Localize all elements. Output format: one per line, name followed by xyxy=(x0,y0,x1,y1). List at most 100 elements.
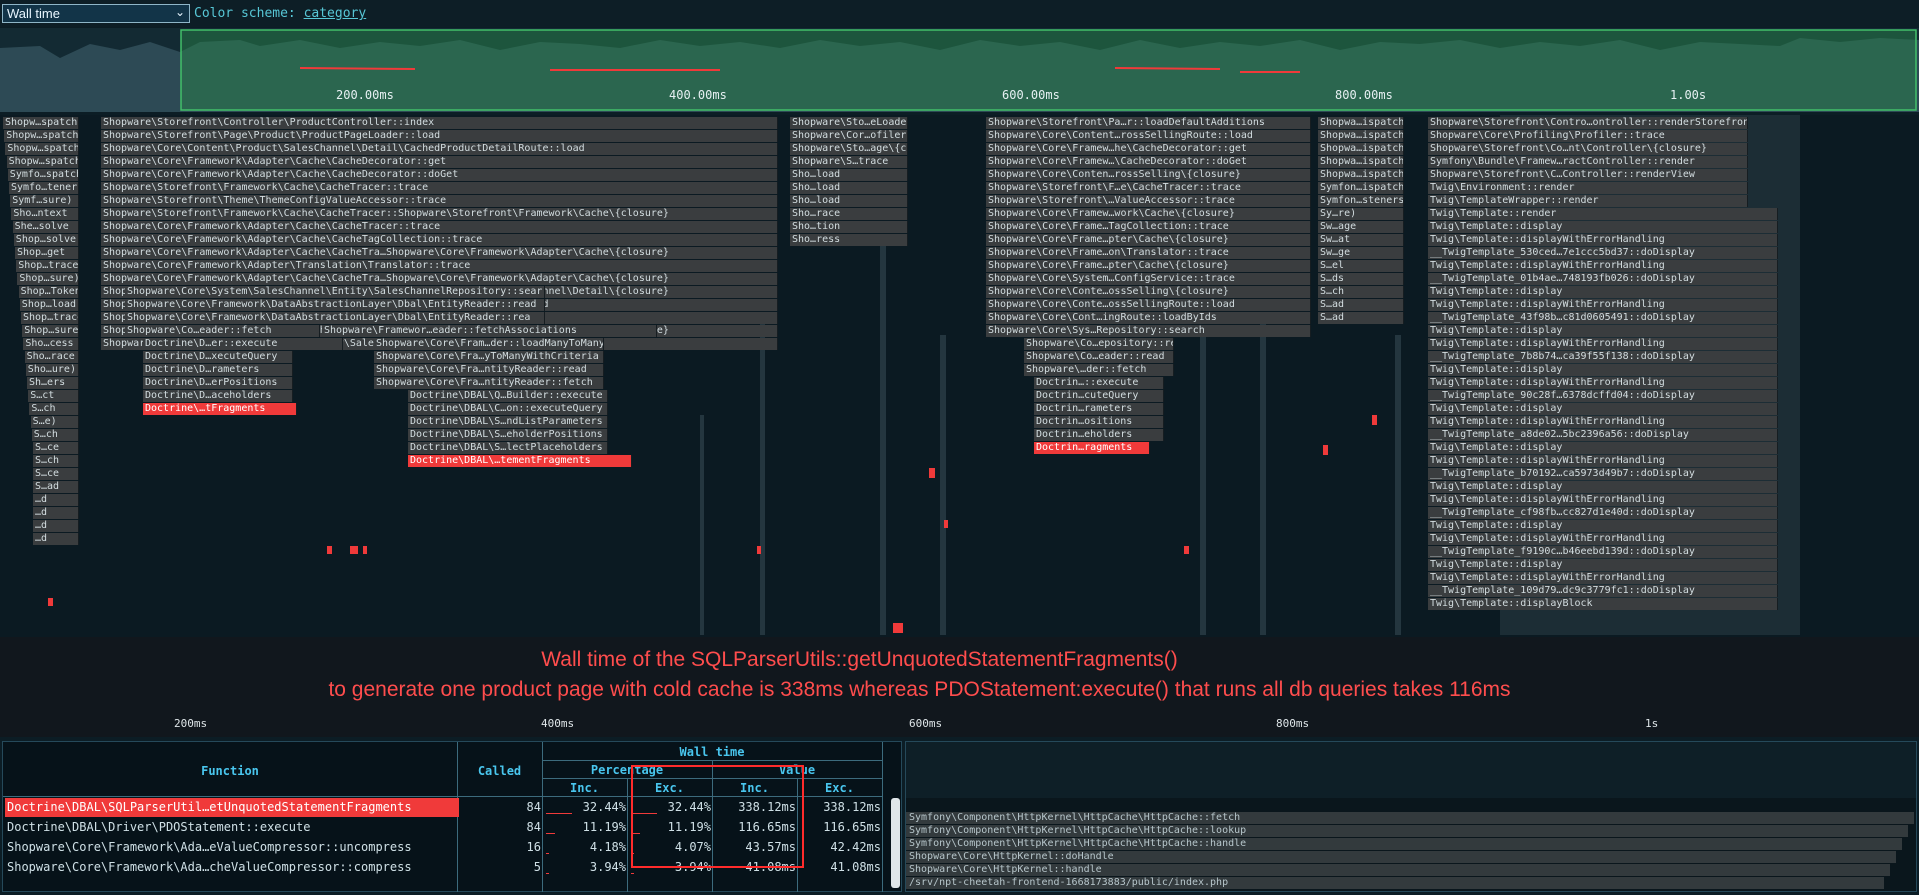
flame-frame[interactable]: Doctrine\DBAL\C…on::executeQuery xyxy=(408,403,608,415)
flame-frame[interactable]: Shopwa…ispatch xyxy=(1318,143,1404,155)
flame-frame[interactable]: Shopware\Sto…eLoader::load xyxy=(790,117,908,129)
pct-inc-header[interactable]: Inc. xyxy=(542,781,627,795)
flame-frame[interactable]: Sho…ntext xyxy=(11,208,79,220)
flame-frame[interactable]: Twig\Template::displayWithErrorHandling xyxy=(1428,338,1778,350)
flame-frame-hot[interactable]: Doctrin…ragments xyxy=(1034,442,1150,454)
flame-frame[interactable]: Doctrine\DBAL\Q…Builder::execute xyxy=(408,390,608,402)
flame-frame[interactable]: Shopware\Storefront\Contro…ontroller::re… xyxy=(1428,117,1748,129)
flame-frame[interactable]: Sho…race xyxy=(790,208,908,220)
flame-frame[interactable]: Shopwa…ispatch xyxy=(1318,117,1404,129)
flame-frame[interactable]: Shopware\Core\Framework\Adapter\Translat… xyxy=(101,260,778,272)
flame-frame[interactable]: Doctrine\D…erPositions xyxy=(143,377,293,389)
flame-frame[interactable]: S…e) xyxy=(30,416,79,428)
flame-frame[interactable]: Shop…sure) xyxy=(17,273,79,285)
flame-frame[interactable]: Sw…age xyxy=(1318,221,1404,233)
flame-frame[interactable]: Twig\Template::display xyxy=(1428,559,1778,571)
flame-frame[interactable]: Shop…Token xyxy=(18,286,79,298)
flame-frame[interactable]: Doctrine\DBAL\S…eholderPositions xyxy=(408,429,608,441)
flame-frame[interactable]: Twig\Template::display xyxy=(1428,520,1778,532)
flame-frame[interactable]: Symfon…steners xyxy=(1318,195,1404,207)
flame-frame[interactable]: Twig\Template::displayBlock xyxy=(1428,598,1778,610)
flame-frame[interactable]: Shopware\Core\Framework\DataAbstractionL… xyxy=(125,312,545,324)
flame-frame[interactable]: Sw…at xyxy=(1318,234,1404,246)
flame-frame[interactable]: She…solve xyxy=(12,221,79,233)
flame-frame[interactable]: Shopware\Core\Framework\Adapter\Cache\Ca… xyxy=(101,156,778,168)
flame-frame[interactable]: Shopw…spatch xyxy=(4,130,79,142)
flame-frame[interactable]: Shopware\Core\Sys…Repository::search xyxy=(986,325,1311,337)
flame-frame[interactable]: Twig\Template::displayWithErrorHandling xyxy=(1428,572,1778,584)
flame-frame[interactable]: S…ch xyxy=(33,455,79,467)
flame-frame[interactable]: Shopware\S…trace xyxy=(790,156,908,168)
flame-frame[interactable]: Doctrin…rameters xyxy=(1034,403,1164,415)
flame-frame[interactable]: Shopware\Core\Framework\Adapter\Cache\Ca… xyxy=(101,247,778,259)
flame-frame[interactable]: Shop…trace xyxy=(16,260,79,272)
flame-frame[interactable]: Doctrin…eholders xyxy=(1034,429,1164,441)
flame-frame[interactable]: Shopware\Core\Conte…ossSellingRoute::loa… xyxy=(986,299,1311,311)
flame-frame[interactable]: Shopware\Core\Frame…pter\Cache\{closure} xyxy=(986,260,1311,272)
flame-frame[interactable]: Shopware\Framewor…eader::fetchAssociatio… xyxy=(322,325,657,337)
flame-frame[interactable]: Twig\Template::displayWithErrorHandling xyxy=(1428,377,1778,389)
flame-frame[interactable]: …d xyxy=(33,520,79,532)
flame-frame[interactable]: Shopware\Storefront\Framework\Cache\Cach… xyxy=(101,182,778,194)
flame-frame[interactable]: Shop…sure) xyxy=(22,325,79,337)
flame-frame[interactable]: Shopware\Core\Conte…ossSelling\{closure} xyxy=(986,286,1311,298)
flame-frame[interactable]: Sho…load xyxy=(790,169,908,181)
flame-frame[interactable]: Sho…load xyxy=(790,182,908,194)
flame-frame[interactable]: __TwigTemplate_cf98fb…cc827d1e40d::doDis… xyxy=(1428,507,1778,519)
flame-frame[interactable]: Twig\Template::display xyxy=(1428,325,1778,337)
flame-frame[interactable]: S…ce xyxy=(33,468,79,480)
flame-frame[interactable]: Shopware\Core\Frame…pter\Cache\{closure} xyxy=(986,234,1311,246)
flame-frame[interactable]: Twig\Template::render xyxy=(1428,208,1778,220)
flame-frame[interactable]: Shop…get xyxy=(15,247,79,259)
flame-frame[interactable]: Shopware\Co…epository::read xyxy=(1024,338,1174,350)
call-stack-panel[interactable]: Symfony\Component\HttpKernel\HttpCache\H… xyxy=(905,741,1917,892)
flame-frame[interactable]: Shopware\Core\Fra…yToManyWithCriteria xyxy=(374,351,604,363)
flame-frame[interactable]: Twig\Template::displayWithErrorHandling xyxy=(1428,494,1778,506)
flame-frame[interactable]: __TwigTemplate_109d79…dc9c3779fc1::doDis… xyxy=(1428,585,1778,597)
flame-frame[interactable]: Symf…sure) xyxy=(10,195,79,207)
flame-frame[interactable]: Shopware\Core\Framework\Adapter\Cache\Ca… xyxy=(101,221,778,233)
flame-frame[interactable]: Shopware\Core\Content…rossSellingRoute::… xyxy=(986,130,1311,142)
callstack-frame[interactable]: Shopware\Core\HttpKernel::handle xyxy=(909,864,1102,876)
flame-frame[interactable]: Shopware\Core\Cont…ingRoute::loadByIds xyxy=(986,312,1311,324)
flame-frame[interactable]: Twig\Template::displayWithErrorHandling xyxy=(1428,260,1778,272)
flame-frame[interactable]: Shopware\Storefront\C…Controller::render… xyxy=(1428,169,1748,181)
flame-frame[interactable]: Shop…load xyxy=(19,299,79,311)
flame-frame[interactable]: Twig\Template::displayWithErrorHandling xyxy=(1428,533,1778,545)
flame-frame[interactable]: Shopware\Core\Conten…rossSelling\{closur… xyxy=(986,169,1311,181)
flame-frame[interactable]: S…ce xyxy=(33,442,79,454)
flame-frame[interactable]: …d xyxy=(33,494,79,506)
val-exc-header[interactable]: Exc. xyxy=(797,781,882,795)
flame-frame[interactable]: Shopware\Cor…ofiler::trace xyxy=(790,130,908,142)
flame-frame[interactable]: Shopware\Core\Fra…ntityReader::fetch xyxy=(374,377,604,389)
flame-frame[interactable]: Doctrin…ositions xyxy=(1034,416,1164,428)
flame-frame[interactable]: S…ad xyxy=(1318,299,1404,311)
flame-frame[interactable]: Doctrine\D…xecuteQuery xyxy=(143,351,293,363)
flame-frame[interactable]: Shopware\Core\Framew…\CacheDecorator::do… xyxy=(986,156,1311,168)
flame-frame[interactable]: Shopware\Core\Framework\Adapter\Cache\Ca… xyxy=(101,169,778,181)
flame-frame[interactable]: __TwigTemplate_530ced…7e1ccc5bd37::doDis… xyxy=(1428,247,1778,259)
flame-frame[interactable]: __TwigTemplate_a8de02…5bc2396a56::doDisp… xyxy=(1428,429,1778,441)
flame-frame[interactable]: Doctrine\DBAL\S…lectPlaceholders xyxy=(408,442,608,454)
flame-frame[interactable]: Shopware\Sto…age\{closure} xyxy=(790,143,908,155)
flame-frame[interactable]: Shopware\…der::fetch xyxy=(1024,364,1174,376)
flame-frame[interactable]: Shopware\Core\Content\Product\SalesChann… xyxy=(101,143,778,155)
flame-frame-hot[interactable]: Doctrine\DBAL\…tementFragments xyxy=(408,455,632,467)
flame-frame[interactable]: Twig\Template::display xyxy=(1428,481,1778,493)
flame-frame[interactable]: __TwigTemplate_f9190c…b46eebd139d::doDis… xyxy=(1428,546,1778,558)
flame-frame[interactable]: __TwigTemplate_b70192…ca5973d49b7::doDis… xyxy=(1428,468,1778,480)
flame-frame[interactable]: Doctrin…::execute xyxy=(1034,377,1164,389)
flame-frame[interactable]: Symfony\Bundle\Framew…ractController::re… xyxy=(1428,156,1748,168)
flame-frame[interactable]: Twig\Template::display xyxy=(1428,403,1778,415)
flame-frame[interactable]: S…ds xyxy=(1318,273,1404,285)
flame-frame[interactable]: Shop…trace xyxy=(21,312,79,324)
callstack-frame[interactable]: /srv/npt-cheetah-frontend-1668173883/pub… xyxy=(909,877,1228,889)
flame-frame[interactable]: Shopware\Storefront\Framework\Cache\Cach… xyxy=(101,208,778,220)
flame-frame[interactable]: Symfon…ispatch xyxy=(1318,182,1404,194)
flame-frame[interactable]: S…el xyxy=(1318,260,1404,272)
flame-frame[interactable]: Shopware\Storefront\Co…nt\Controller\{cl… xyxy=(1428,143,1748,155)
flame-frame[interactable]: S…ch xyxy=(1318,286,1404,298)
flame-frame[interactable]: Shopware\Core\System…ConfigService::trac… xyxy=(986,273,1311,285)
table-scrollbar[interactable] xyxy=(891,798,900,888)
flame-frame[interactable]: Shopware\Storefront\F…e\CacheTracer::tra… xyxy=(986,182,1311,194)
